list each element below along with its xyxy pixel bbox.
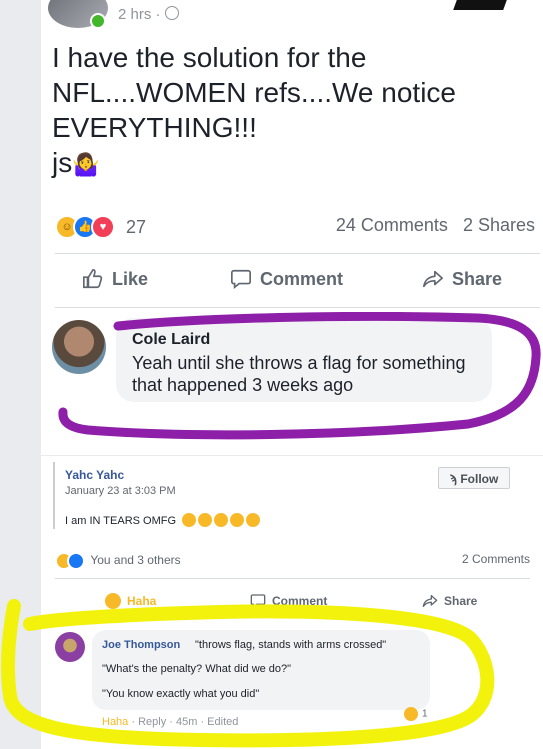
reply-author-name[interactable]: Joe Thompson — [102, 639, 180, 651]
comment-button[interactable]: Comment — [230, 268, 343, 290]
comments-count-link[interactable]: 24 Comments — [336, 215, 448, 235]
post-timestamp[interactable]: 2 hrs · — [118, 6, 179, 23]
comment-bubble-icon — [231, 269, 251, 289]
woman-shrugging-emoji: 🤷‍♀️ — [72, 152, 100, 177]
shares-count-link[interactable]: 2 Shares — [463, 215, 535, 235]
haha-label: Haha — [127, 594, 157, 608]
haha-face-icon — [105, 593, 121, 609]
reply-edited: Edited — [207, 716, 239, 728]
rss-icon: ϡ — [449, 472, 461, 486]
reply-time[interactable]: 45m — [176, 716, 197, 728]
reply-link[interactable]: Reply — [138, 716, 166, 728]
reactors-text: You and 3 others — [90, 553, 181, 568]
divider — [55, 307, 540, 308]
haha-reaction-icon — [404, 707, 418, 721]
online-status-dot — [90, 13, 106, 29]
share-arrow-icon — [422, 595, 438, 607]
thumbs-up-icon — [83, 269, 103, 289]
reply-haha-link[interactable]: Haha — [102, 716, 128, 728]
follow-button[interactable]: ϡ Follow — [438, 467, 510, 489]
share-arrow-icon — [423, 270, 443, 288]
divider — [55, 578, 530, 579]
reply-author-avatar[interactable] — [55, 632, 85, 662]
divider — [55, 253, 540, 254]
reply-text-line: "What's the penalty? What did we do?" — [102, 663, 292, 675]
love-reaction-icon: ♥ — [91, 215, 115, 239]
post-line: I have the solution for the — [52, 42, 367, 73]
redaction-mark — [453, 0, 507, 10]
shared-reaction-summary[interactable]: You and 3 others 2 Comments — [55, 552, 530, 570]
share-label: Share — [444, 594, 478, 608]
like-label: Like — [112, 268, 149, 289]
post-body: I have the solution for the NFL....WOMEN… — [52, 40, 522, 182]
comment-label: Comment — [260, 268, 344, 289]
reply-reaction-count[interactable]: 1 — [404, 707, 428, 721]
post-actions: Like Comment Share — [55, 268, 540, 298]
shared-comment-button[interactable]: Comment — [250, 593, 327, 609]
share-label: Share — [452, 268, 503, 289]
shared-share-button[interactable]: Share — [422, 593, 477, 609]
shared-post-text: I am IN TEARS OMFG — [65, 513, 262, 530]
laughing-emojis — [182, 513, 262, 530]
globe-icon — [164, 6, 179, 20]
reply-text-line: "throws flag, stands with arms crossed" — [195, 639, 387, 651]
reply-text-line: "You know exactly what you did" — [102, 688, 260, 700]
comment-label: Comment — [272, 594, 328, 608]
haha-button[interactable]: Haha — [105, 593, 156, 609]
reaction-count: 27 — [126, 216, 147, 237]
shared-post-date[interactable]: January 23 at 3:03 PM — [65, 485, 176, 497]
reaction-summary[interactable]: ☺ 👍 ♥ 27 24 Comments 2 Shares — [55, 215, 540, 241]
like-reaction-icon — [67, 552, 85, 570]
post-line: NFL....WOMEN refs....We notice — [52, 77, 457, 108]
purple-highlight-annotation — [58, 312, 541, 440]
reply-meta: Haha · Reply · 45m · Edited — [102, 716, 239, 728]
shared-comments-count[interactable]: 2 Comments — [462, 552, 530, 566]
comment-bubble-icon — [250, 594, 266, 609]
quote-bar — [53, 462, 55, 529]
shared-author-name[interactable]: Yahc Yahc — [65, 468, 124, 482]
like-button[interactable]: Like — [82, 268, 148, 290]
follow-label: Follow — [460, 472, 499, 486]
post-line: js🤷‍♀️ — [52, 147, 100, 178]
post-line: EVERYTHING!!! — [52, 112, 257, 143]
share-button[interactable]: Share — [422, 268, 502, 290]
